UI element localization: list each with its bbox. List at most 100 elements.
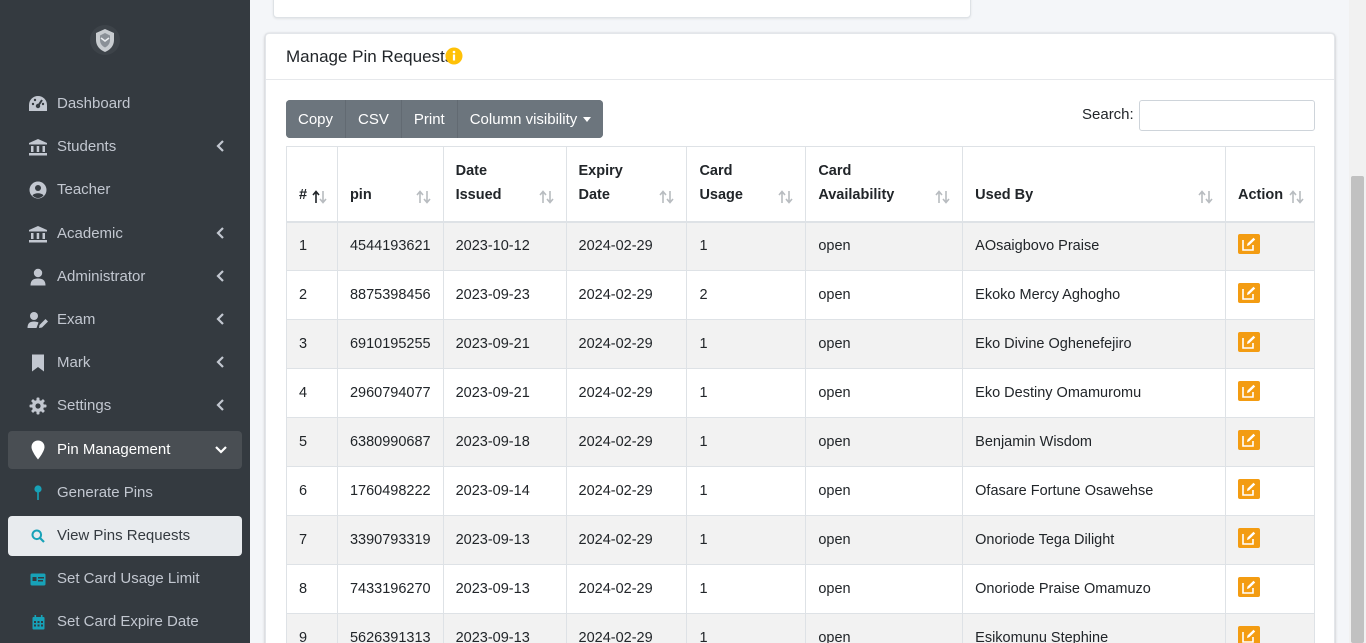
cell-action xyxy=(1224,319,1316,369)
export-button-group: Copy CSV Print Column visibility xyxy=(286,100,604,138)
sidebar-item-teacher[interactable]: Teacher xyxy=(8,171,242,209)
sidebar-item-administrator[interactable]: Administrator xyxy=(8,258,242,296)
user-edit-icon xyxy=(27,310,49,330)
sidebar-subitem-view-pins-requests[interactable]: View Pins Requests xyxy=(8,516,242,556)
cell-action xyxy=(1224,368,1316,418)
cell-pin: 6380990687 xyxy=(336,417,444,467)
user-circle-icon xyxy=(27,180,49,200)
cell-used-by: AOsaigbovo Praise xyxy=(962,221,1226,271)
cell-card-usage: 1 xyxy=(686,515,807,565)
col-header-pin[interactable]: pin xyxy=(336,146,444,223)
cell-num: 6 xyxy=(286,466,338,516)
cell-used-by: Onoriode Praise Omamuzo xyxy=(962,564,1226,614)
institution-icon xyxy=(27,137,49,157)
sidebar-item-academic[interactable]: Academic xyxy=(8,215,242,253)
edit-icon xyxy=(1242,384,1256,398)
cell-card-availability: open xyxy=(805,417,964,467)
table-row: 7 3390793319 2023-09-13 2024-02-29 1 open Onor… xyxy=(286,515,1316,565)
search-input[interactable] xyxy=(1139,100,1315,131)
col-header-label: Used By xyxy=(975,186,1034,203)
col-header-label: Issued xyxy=(455,186,502,203)
school-logo xyxy=(90,25,120,55)
col-header-label: Usage xyxy=(699,186,743,203)
edit-button[interactable] xyxy=(1237,528,1260,548)
sidebar-item-settings[interactable]: Settings xyxy=(8,387,242,425)
cell-num: 5 xyxy=(286,417,338,467)
col-header-action[interactable]: Action xyxy=(1224,146,1316,223)
sidebar-item-exam[interactable]: Exam xyxy=(8,301,242,339)
edit-button[interactable] xyxy=(1237,234,1260,255)
sidebar-item-label: Students xyxy=(57,138,117,155)
sidebar-item-dashboard[interactable]: Dashboard xyxy=(8,85,242,123)
sidebar-item-label: Dashboard xyxy=(57,95,131,112)
cell-card-usage: 1 xyxy=(686,613,807,643)
info-icon[interactable] xyxy=(445,47,463,65)
sidebar-item-students[interactable]: Students xyxy=(8,128,242,166)
edit-button[interactable] xyxy=(1237,479,1260,499)
cell-pin: 7433196270 xyxy=(336,564,444,614)
edit-icon xyxy=(1242,238,1256,252)
col-header-used-by[interactable]: Used By xyxy=(962,146,1226,223)
edit-button[interactable] xyxy=(1237,332,1260,352)
cell-action xyxy=(1224,466,1316,516)
chevron-left-icon xyxy=(216,356,224,368)
cell-pin: 2960794077 xyxy=(336,368,444,418)
card-title: Manage Pin Requests xyxy=(286,47,454,66)
pin-requests-table: # pin Date Issued Expiry Date Card Usage… xyxy=(286,146,1316,643)
cell-expiry-date: 2024-02-29 xyxy=(565,270,688,320)
edit-button[interactable] xyxy=(1237,626,1260,643)
print-button[interactable]: Print xyxy=(401,100,458,138)
table-body: 1 4544193621 2023-10-12 2024-02-29 1 open AOsa… xyxy=(286,221,1316,643)
cell-card-availability: open xyxy=(805,368,964,418)
cell-date-issued: 2023-09-13 xyxy=(442,515,567,565)
caret-down-icon xyxy=(583,116,592,122)
table-row: 2 8875398456 2023-09-23 2024-02-29 2 open Ekok… xyxy=(286,270,1316,320)
chevron-left-icon xyxy=(216,140,224,152)
col-header-expiry-date[interactable]: Expiry Date xyxy=(565,146,688,223)
sidebar-item-pin-management[interactable]: Pin Management xyxy=(8,431,242,469)
chevron-left-icon xyxy=(216,270,224,282)
institution-icon xyxy=(27,224,49,244)
page-scrollbar[interactable] xyxy=(1349,0,1366,643)
cell-card-usage: 1 xyxy=(686,564,807,614)
cell-action xyxy=(1224,417,1316,467)
user-icon xyxy=(27,267,49,287)
chevron-left-icon xyxy=(216,399,224,411)
sidebar-subitem-set-card-usage-limit[interactable]: Set Card Usage Limit xyxy=(8,560,242,598)
sidebar-item-label: Mark xyxy=(57,354,91,371)
sidebar-item-label: Teacher xyxy=(57,181,111,198)
cell-num: 8 xyxy=(286,564,338,614)
copy-button[interactable]: Copy xyxy=(286,100,347,138)
edit-button[interactable] xyxy=(1237,430,1260,450)
table-row: 3 6910195255 2023-09-21 2024-02-29 1 open Eko … xyxy=(286,319,1316,369)
sort-icon xyxy=(778,189,793,204)
cell-action xyxy=(1224,613,1316,643)
sidebar-subitem-set-card-expire-date[interactable]: Set Card Expire Date xyxy=(8,603,242,641)
search-icon xyxy=(27,526,49,546)
edit-icon xyxy=(1242,482,1256,496)
cell-card-availability: open xyxy=(805,613,964,643)
sidebar-item-mark[interactable]: Mark xyxy=(8,344,242,382)
sort-asc-icon xyxy=(312,189,327,204)
cell-expiry-date: 2024-02-29 xyxy=(565,613,688,643)
col-header-num[interactable]: # xyxy=(286,146,338,223)
csv-button[interactable]: CSV xyxy=(346,100,402,138)
scrollbar-thumb[interactable] xyxy=(1351,176,1364,643)
cell-used-by: Ekoko Mercy Aghogho xyxy=(962,270,1226,320)
cell-expiry-date: 2024-02-29 xyxy=(565,515,688,565)
cell-used-by: Eko Destiny Omamuromu xyxy=(962,368,1226,418)
col-header-card-usage[interactable]: Card Usage xyxy=(686,146,807,223)
edit-icon xyxy=(1242,580,1256,594)
edit-button[interactable] xyxy=(1237,381,1260,401)
col-header-card-availability[interactable]: Card Availability xyxy=(805,146,964,223)
cell-num: 3 xyxy=(286,319,338,369)
col-header-date-issued[interactable]: Date Issued xyxy=(442,146,567,223)
cell-used-by: Onoriode Tega Dilight xyxy=(962,515,1226,565)
sidebar-subitem-generate-pins[interactable]: Generate Pins xyxy=(8,474,242,512)
cell-used-by: Eko Divine Oghenefejiro xyxy=(962,319,1226,369)
edit-button[interactable] xyxy=(1237,283,1260,303)
edit-icon xyxy=(1242,335,1256,349)
cell-date-issued: 2023-09-21 xyxy=(442,319,567,369)
edit-button[interactable] xyxy=(1237,577,1260,597)
column-visibility-button[interactable]: Column visibility xyxy=(457,100,604,138)
